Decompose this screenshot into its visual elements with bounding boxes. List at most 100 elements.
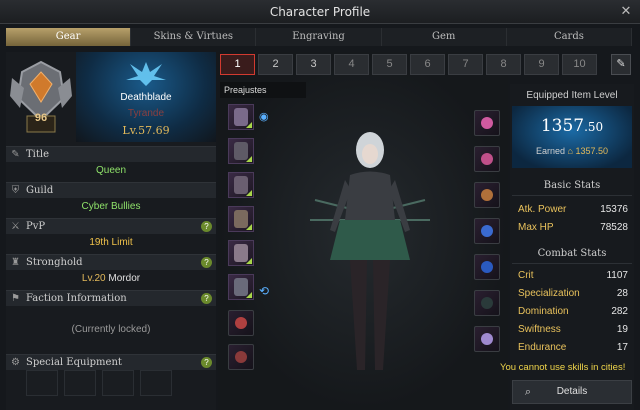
combat-stats-title: Combat Stats — [512, 248, 632, 264]
upgrade-marker — [246, 258, 252, 264]
help-icon[interactable]: ? — [201, 357, 212, 368]
gear-slot-chest[interactable] — [228, 172, 254, 198]
gear-slot-weapon[interactable] — [228, 104, 254, 130]
preset-button[interactable]: 8 — [486, 54, 521, 75]
preset-button[interactable]: 4 — [334, 54, 369, 75]
tab-gem[interactable]: Gem — [381, 28, 507, 46]
section-label: PvP — [26, 221, 46, 232]
stat-value: 15376 — [600, 204, 628, 215]
class-name: Deathblade — [120, 92, 172, 103]
character-profile-window: Character Profile ✕ Gear Skins & Virtues… — [0, 0, 640, 410]
gear-slot-gloves[interactable] — [228, 240, 254, 266]
stat-value: 19 — [616, 324, 628, 335]
item-level-decimal: .50 — [584, 120, 604, 134]
preset-button[interactable]: 6 — [410, 54, 445, 75]
details-label: Details — [556, 386, 588, 397]
deathblade-class-icon — [126, 62, 166, 86]
tab-skins-virtues[interactable]: Skins & Virtues — [131, 28, 257, 46]
item-level-box: 1357.50 Earned ⌂ 1357.50 — [512, 106, 632, 168]
crossed-swords-icon: ⚔ — [11, 221, 20, 232]
bracelet-icon — [481, 333, 493, 345]
special-equipment-slots — [26, 370, 196, 396]
accessory-slot-ring[interactable] — [474, 218, 500, 244]
earned-value: 1357.50 — [575, 146, 609, 156]
edit-preset-icon[interactable]: ✎ — [611, 54, 631, 75]
crystal-icon — [235, 317, 247, 329]
search-icon: ⌕ — [524, 386, 532, 398]
crystal-icon — [235, 351, 247, 363]
accessory-slot-stone[interactable] — [474, 290, 500, 316]
earned-row: Earned ⌂ 1357.50 — [512, 146, 632, 156]
preset-button[interactable]: 9 — [524, 54, 559, 75]
gear-slot-extra[interactable] — [228, 344, 254, 370]
title-bar: Character Profile ✕ — [0, 0, 640, 24]
section-guild: ⛨ Guild — [6, 182, 216, 198]
help-icon[interactable]: ? — [201, 293, 212, 304]
special-slot[interactable] — [64, 370, 96, 396]
character-info-panel: 96 Deathblade Tyrande Lv.57.69 ✎ Title Q… — [6, 52, 216, 410]
faction-icon: ⚑ — [11, 293, 20, 304]
preset-button[interactable]: 7 — [448, 54, 483, 75]
preset-bar: 1 2 3 4 5 6 7 8 9 10 — [220, 54, 634, 76]
close-icon[interactable]: ✕ — [618, 3, 634, 19]
basic-stats-title: Basic Stats — [512, 180, 632, 196]
gear-slot-extra[interactable] — [228, 310, 254, 336]
stat-value: 17 — [616, 342, 628, 353]
ring-icon — [481, 261, 493, 273]
section-label: Faction Information — [26, 293, 127, 304]
stat-name: Crit — [518, 270, 534, 281]
stronghold-level: Lv.20 — [81, 273, 106, 284]
upgrade-marker — [246, 190, 252, 196]
stat-value: 1107 — [606, 270, 628, 281]
tab-gear[interactable]: Gear — [6, 28, 132, 46]
special-slot[interactable] — [102, 370, 134, 396]
accessory-slot-earring[interactable] — [474, 146, 500, 172]
details-button[interactable]: ⌕ Details — [512, 380, 632, 404]
swap-icon[interactable]: ⟲ — [259, 284, 273, 298]
preset-button[interactable]: 3 — [296, 54, 331, 75]
section-pvp: ⚔ PvP ? — [6, 218, 216, 234]
special-slot[interactable] — [26, 370, 58, 396]
castle-icon: ♜ — [11, 257, 20, 268]
section-label: Guild — [26, 185, 54, 196]
section-label: Special Equipment — [26, 357, 122, 368]
section-label: Title — [26, 149, 50, 160]
preset-button[interactable]: 5 — [372, 54, 407, 75]
eye-icon[interactable]: ◉ — [259, 112, 273, 123]
section-faction: ⚑ Faction Information ? — [6, 290, 216, 306]
help-icon[interactable]: ? — [201, 257, 212, 268]
class-banner: Deathblade Tyrande Lv.57.69 — [76, 52, 216, 142]
system-message: You cannot use skills in cities! — [500, 362, 626, 373]
preset-button[interactable]: 1 — [220, 54, 255, 75]
tab-engraving[interactable]: Engraving — [256, 28, 382, 46]
upgrade-marker — [246, 156, 252, 162]
upgrade-marker — [246, 122, 252, 128]
house-icon: ⌂ — [567, 146, 573, 156]
accessory-slot-ring[interactable] — [474, 254, 500, 280]
accessory-slot-bracelet[interactable] — [474, 326, 500, 352]
pen-icon: ✎ — [11, 149, 20, 160]
tab-cards[interactable]: Cards — [506, 28, 633, 46]
accessory-slot-earring[interactable] — [474, 182, 500, 208]
gear-slot-pants[interactable] — [228, 206, 254, 232]
preset-button[interactable]: 2 — [258, 54, 293, 75]
gear-slot-shoulder[interactable] — [228, 274, 254, 300]
gear-slot-head[interactable] — [228, 138, 254, 164]
shield-icon: ⛨ — [11, 185, 20, 196]
faction-value: (Currently locked) — [71, 324, 151, 335]
accessory-slot-necklace[interactable] — [474, 110, 500, 136]
stat-value: 282 — [611, 306, 628, 317]
ability-stone-icon — [481, 297, 493, 309]
help-icon[interactable]: ? — [201, 221, 212, 232]
stronghold-name: Mordor — [108, 273, 141, 284]
earned-label: Earned — [535, 146, 565, 156]
preset-button[interactable]: 10 — [562, 54, 597, 75]
stat-name: Atk. Power — [518, 204, 567, 215]
window-title: Character Profile — [269, 5, 371, 19]
stronghold-value: Lv.20 Mordor — [6, 273, 216, 284]
preset-label: Preajustes — [220, 82, 306, 98]
stat-name: Max HP — [518, 222, 554, 233]
special-slot[interactable] — [140, 370, 172, 396]
equipped-item-level-label: Equipped Item Level — [526, 90, 618, 101]
section-stronghold: ♜ Stronghold ? — [6, 254, 216, 270]
